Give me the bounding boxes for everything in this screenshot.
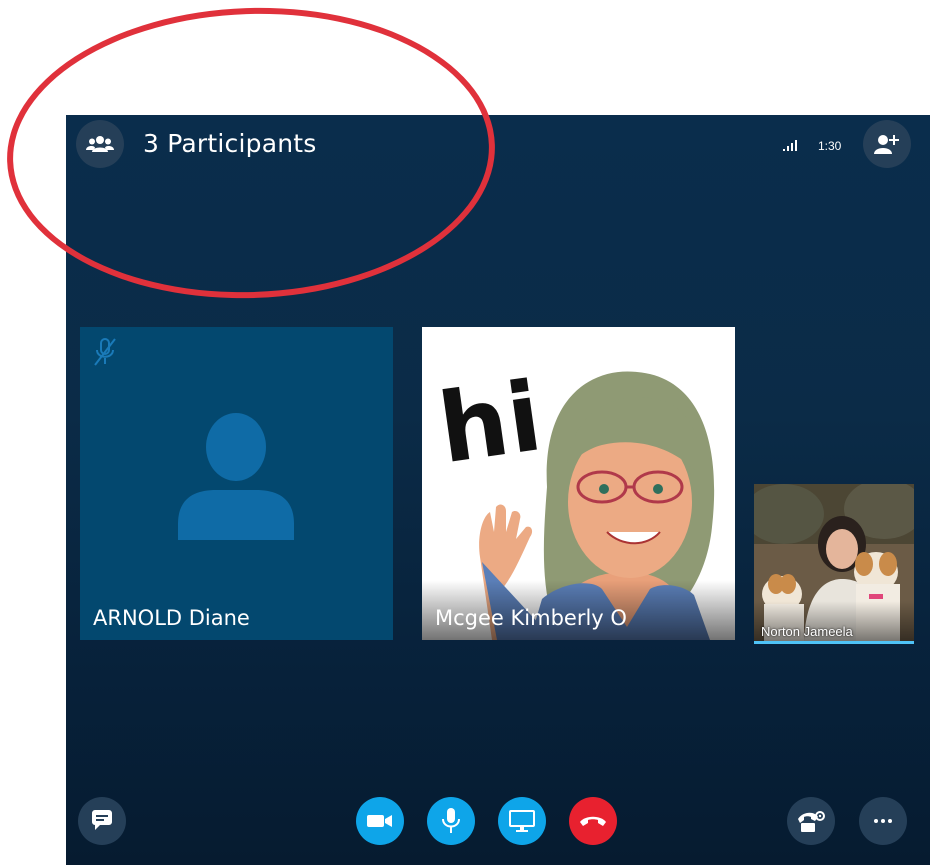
active-speaker-indicator [754,641,914,644]
participant-name: Mcgee Kimberly O [435,606,627,630]
participant-tile-arnold-diane[interactable]: ARNOLD Diane [80,327,393,640]
signal-strength-icon [783,140,797,151]
participant-name: Norton Jameela [761,624,853,639]
more-options-icon [874,819,892,823]
microphone-icon [442,808,460,833]
add-person-button[interactable] [863,120,911,168]
people-group-icon [86,136,114,152]
more-options-button[interactable] [859,797,907,845]
participants-button[interactable] [76,120,124,168]
hi-bitmoji-text: hi [432,360,548,485]
participant-tile-mcgee-kimberly[interactable]: hi Mcgee Kimberly O [422,327,735,640]
end-call-button[interactable] [569,797,617,845]
call-controls-button[interactable] [787,797,835,845]
participant-name: ARNOLD Diane [93,606,250,630]
muted-microphone-icon [94,338,116,366]
video-toggle-button[interactable] [356,797,404,845]
microphone-toggle-button[interactable] [427,797,475,845]
chat-button[interactable] [78,797,126,845]
add-person-icon [874,135,899,154]
phone-settings-icon [798,811,825,832]
person-placeholder-icon [178,413,294,540]
participant-tile-norton-jameela[interactable]: Norton Jameela [754,484,914,644]
screen-share-button[interactable] [498,797,546,845]
hang-up-icon [580,816,606,826]
participants-count-label[interactable]: 3 Participants [143,129,317,158]
call-timer: 1:30 [818,139,842,153]
screen-share-icon [509,810,535,832]
chat-bubble-icon [92,810,112,830]
call-window: 3 Participants 1:30 ARNOLD Diane hi Mcge… [66,115,930,865]
video-camera-icon [367,815,392,827]
